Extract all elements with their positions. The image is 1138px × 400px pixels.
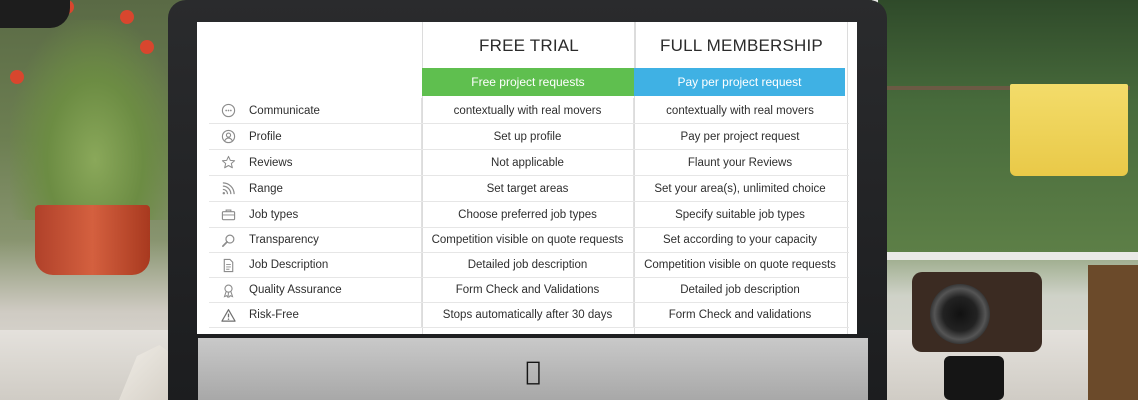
feature-cell: Profile — [209, 124, 422, 149]
warning-triangle-icon — [219, 306, 237, 324]
full-membership-cell: Set according to your capacity — [662, 234, 818, 246]
table-row: Range Set target areas Set your area(s),… — [209, 176, 849, 202]
full-membership-cell: Specify suitable job types — [675, 208, 805, 221]
feature-cell: Range — [209, 176, 422, 201]
award-ribbon-icon — [219, 281, 237, 299]
potted-plant — [10, 20, 180, 220]
feature-cell: Communicate — [209, 98, 422, 123]
feature-rows: Communicate contextually with real mover… — [209, 98, 849, 328]
full-membership-cell: contextually with real movers — [666, 104, 814, 117]
feature-label: Range — [249, 182, 283, 195]
user-profile-icon — [219, 128, 237, 146]
chat-bubble-icon — [219, 102, 237, 120]
feature-cell: Quality Assurance — [209, 278, 422, 302]
free-trial-heading: FREE TRIAL — [422, 22, 635, 70]
table-row: Transparency Competition visible on quot… — [209, 228, 849, 253]
magnifier-icon — [219, 231, 237, 249]
feature-label: Job types — [249, 208, 299, 221]
feature-cell: Transparency — [209, 228, 422, 252]
yellow-towel — [1010, 84, 1128, 176]
free-trial-cell: Set up profile — [422, 124, 634, 149]
free-trial-cell: Form Check and Validations — [422, 278, 634, 302]
document-icon — [219, 256, 237, 274]
feature-label: Risk-Free — [249, 309, 299, 321]
feature-label: Profile — [249, 130, 282, 143]
feature-label: Transparency — [249, 234, 319, 246]
full-membership-cell: Pay per project request — [680, 130, 800, 143]
feature-label: Quality Assurance — [249, 284, 342, 296]
table-row: Quality Assurance Form Check and Validat… — [209, 278, 849, 303]
briefcase-icon — [219, 206, 237, 224]
free-trial-cell: Detailed job description — [422, 253, 634, 277]
feature-cell: Reviews — [209, 150, 422, 175]
free-trial-cell: Not applicable — [422, 150, 634, 175]
flower — [10, 70, 24, 84]
full-membership-cell: Detailed job description — [680, 284, 800, 296]
full-membership-band[interactable]: Pay per project request — [634, 68, 845, 96]
table-row: Communicate contextually with real mover… — [209, 98, 849, 124]
flower-pot — [35, 205, 150, 275]
full-membership-cell: Form Check and validations — [668, 309, 812, 321]
feature-cell: Job types — [209, 202, 422, 227]
table-row: Job types Choose preferred job types Spe… — [209, 202, 849, 228]
full-membership-cell: Competition visible on quote requests — [644, 259, 836, 271]
phone — [944, 356, 1004, 400]
free-trial-band[interactable]: Free project requests — [422, 68, 634, 96]
feature-label: Reviews — [249, 156, 293, 169]
feature-cell: Risk-Free — [209, 303, 422, 327]
free-trial-cell: Choose preferred job types — [422, 202, 634, 227]
free-trial-cell: Competition visible on quote requests — [422, 228, 634, 252]
free-trial-cell: Stops automatically after 30 days — [422, 303, 634, 327]
desk-lamp — [0, 0, 70, 28]
table-row: Job Description Detailed job description… — [209, 253, 849, 278]
monitor-screen: FREE TRIAL FULL MEMBERSHIP Free project … — [197, 22, 857, 334]
feature-label: Communicate — [249, 104, 320, 117]
feature-cell: Job Description — [209, 253, 422, 277]
table-row: Reviews Not applicable Flaunt your Revie… — [209, 150, 849, 176]
apple-logo-icon:  — [519, 358, 547, 386]
table-row: Profile Set up profile Pay per project r… — [209, 124, 849, 150]
flower — [120, 10, 134, 24]
full-membership-cell: Flaunt your Reviews — [687, 156, 793, 169]
full-membership-cell: Set your area(s), unlimited choice — [654, 182, 826, 195]
pricing-comparison-table: FREE TRIAL FULL MEMBERSHIP Free project … — [197, 22, 857, 334]
feature-label: Job Description — [249, 259, 329, 271]
table-row: Risk-Free Stops automatically after 30 d… — [209, 303, 849, 328]
signal-range-icon — [219, 180, 237, 198]
full-membership-heading: FULL MEMBERSHIP — [635, 22, 847, 70]
wooden-box — [1088, 265, 1138, 400]
camera-lens — [930, 284, 990, 344]
free-trial-cell: contextually with real movers — [422, 98, 634, 123]
free-trial-cell: Set target areas — [422, 176, 634, 201]
star-icon — [219, 154, 237, 172]
flower — [140, 40, 154, 54]
